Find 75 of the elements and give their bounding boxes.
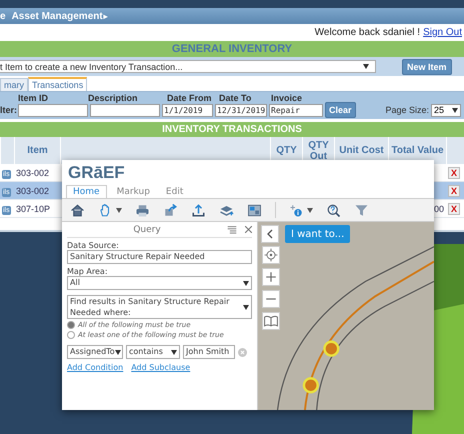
tab[interactable]: Markup (110, 186, 156, 198)
filter-heading: Invoice (271, 93, 302, 103)
delete-button[interactable]: X (448, 166, 460, 178)
map-area-select[interactable]: All (67, 276, 252, 290)
delete-button[interactable]: X (448, 202, 460, 214)
data-source-field[interactable]: Sanitary Structure Repair Needed (67, 250, 252, 264)
filter-heading: Description (88, 93, 138, 103)
share-icon[interactable] (163, 202, 178, 218)
i-want-to-button[interactable]: I want to... (285, 225, 350, 243)
welcome-text: Welcome back sdaniel ! (314, 27, 420, 38)
info-icon[interactable] (289, 202, 304, 218)
caret-icon (171, 350, 177, 354)
filter-field[interactable]: 1/1/2019 (162, 104, 213, 116)
panel-title: Query (132, 224, 162, 234)
filter-heading: Item ID (18, 93, 48, 103)
list-icon[interactable] (227, 225, 237, 234)
help-icon[interactable] (326, 202, 341, 218)
value-field[interactable]: John Smith (183, 345, 235, 359)
caret-icon[interactable] (116, 208, 122, 212)
filter-field[interactable] (18, 104, 88, 116)
filter-field[interactable]: 12/31/2019 (215, 104, 267, 116)
radio-button[interactable] (67, 331, 75, 339)
locate-icon[interactable] (262, 246, 280, 264)
caret-icon (363, 64, 369, 69)
sign-out-link[interactable]: Sign Out (423, 27, 462, 38)
delete-button[interactable]: X (448, 184, 460, 196)
close-icon[interactable] (245, 226, 252, 233)
printer-icon[interactable] (135, 202, 150, 218)
section-title-bar: GENERAL INVENTORY (0, 41, 464, 57)
page-size-select[interactable]: 25 (431, 104, 462, 116)
arrow-icon: ▸ (104, 12, 108, 20)
tab[interactable]: Transactions (28, 77, 88, 91)
caret-icon (452, 108, 458, 112)
field-select[interactable]: AssignedTo (67, 345, 123, 359)
filter-label: lter: (0, 105, 16, 115)
clear-button[interactable]: Clear (325, 102, 356, 118)
table-cell-text: 303-002 (15, 186, 50, 196)
field-label: Map Area: (67, 267, 109, 276)
caret-icon[interactable] (307, 208, 313, 212)
caret-icon (243, 280, 249, 286)
field-label: Data Source: (67, 241, 120, 250)
operator-select[interactable]: contains (126, 345, 180, 359)
filter-heading: Date To (219, 93, 252, 103)
zoom-in-icon[interactable] (262, 268, 280, 286)
upload-icon[interactable] (191, 202, 206, 218)
query-link[interactable]: Add Subclause (131, 363, 190, 372)
query-link[interactable]: Add Condition (67, 363, 124, 372)
caret-icon (243, 304, 249, 310)
table-cell-text: 303-002 (15, 168, 50, 178)
item-select[interactable]: t Item to create a new Inventory Transaction... (0, 60, 376, 73)
zoom-out-icon[interactable] (262, 290, 280, 308)
tab[interactable]: Home (66, 185, 107, 198)
home-icon[interactable] (70, 202, 85, 218)
filter-heading: Date From (167, 93, 213, 103)
find-results-select[interactable]: Find results in Sanitary Structure Repair Needed where: (67, 295, 252, 319)
table-cell-text: 307-10P (15, 204, 52, 214)
nav-text[interactable]: e (0, 10, 6, 22)
book-icon[interactable] (262, 312, 280, 330)
column-header: Item (14, 137, 60, 164)
chevron-left-icon (267, 229, 273, 239)
filter-field[interactable] (90, 104, 160, 116)
tab[interactable]: mary (0, 78, 28, 91)
tab[interactable]: Edit (160, 186, 190, 198)
page-size-label: Page Size: (386, 105, 430, 115)
filter-icon[interactable] (354, 202, 369, 218)
table-title-bar: INVENTORY TRANSACTIONS (0, 122, 464, 137)
new-item-button[interactable]: New Item (402, 58, 452, 74)
filter-field[interactable]: Repair (269, 104, 323, 116)
map-icon[interactable] (247, 202, 262, 218)
nav-menu-title[interactable]: Asset Management (12, 10, 103, 22)
collapse-button[interactable] (261, 225, 279, 243)
logo-text: GRāEF (67, 162, 126, 184)
caret-icon (114, 350, 121, 354)
table-cell: 00 (434, 204, 444, 214)
radio-button[interactable] (67, 321, 75, 329)
